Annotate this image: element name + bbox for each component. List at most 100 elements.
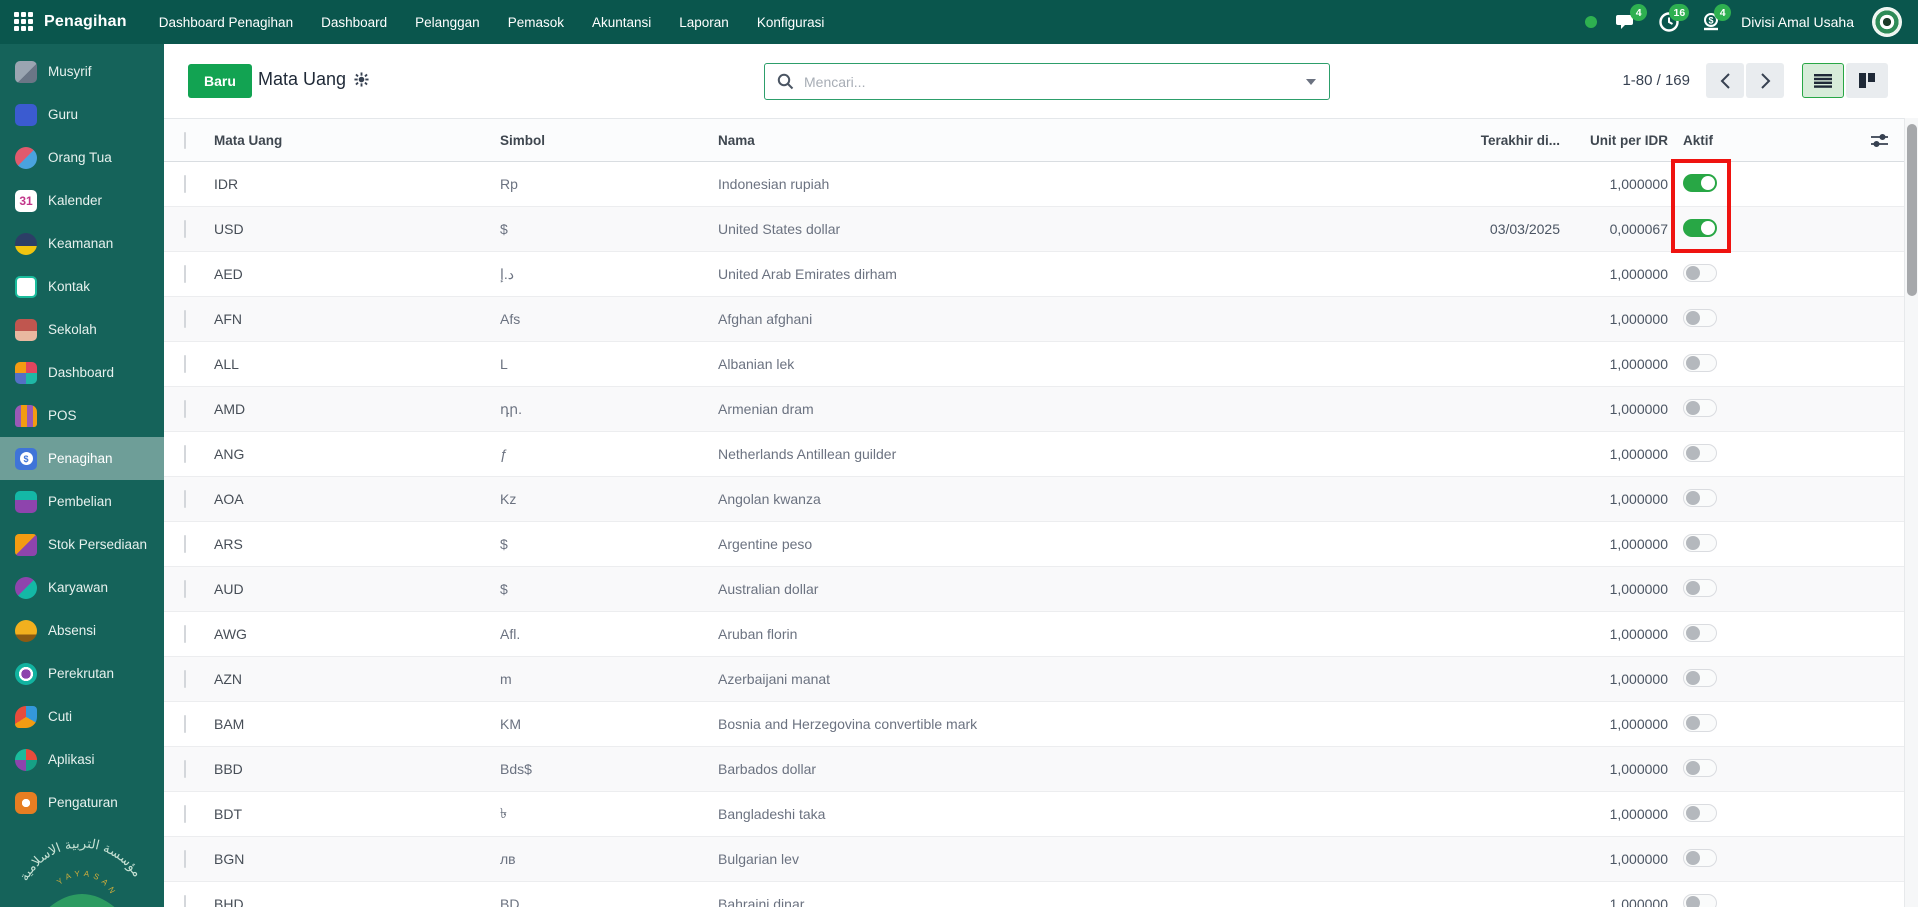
activities-clock-icon[interactable]: 16 (1657, 10, 1681, 34)
active-toggle[interactable] (1683, 489, 1717, 507)
sidebar-item-aplikasi[interactable]: Aplikasi (0, 738, 164, 781)
nav-menu-dashboard-penagihan[interactable]: Dashboard Penagihan (147, 9, 305, 36)
row-checkbox[interactable] (184, 805, 186, 823)
table-row-aoa[interactable]: AOAKzAngolan kwanza1,000000 (164, 477, 1904, 522)
table-row-afn[interactable]: AFNAfsAfghan afghani1,000000 (164, 297, 1904, 342)
user-avatar[interactable] (1872, 7, 1902, 37)
active-toggle[interactable] (1683, 309, 1717, 327)
sidebar-item-orang-tua[interactable]: Orang Tua (0, 136, 164, 179)
sidebar-item-kontak[interactable]: Kontak (0, 265, 164, 308)
active-toggle[interactable] (1683, 399, 1717, 417)
nav-menu-dashboard[interactable]: Dashboard (309, 9, 399, 36)
sidebar-item-stok-persediaan[interactable]: Stok Persediaan (0, 523, 164, 566)
table-row-bbd[interactable]: BBDBds$Barbados dollar1,000000 (164, 747, 1904, 792)
table-row-usd[interactable]: USD$United States dollar03/03/20250,0000… (164, 207, 1904, 252)
sidebar-item-karyawan[interactable]: Karyawan (0, 566, 164, 609)
sidebar-item-pembelian[interactable]: Pembelian (0, 480, 164, 523)
sidebar-item-musyrif[interactable]: Musyrif (0, 50, 164, 93)
gear-icon[interactable] (354, 72, 369, 87)
nav-menu-akuntansi[interactable]: Akuntansi (580, 9, 663, 36)
kanban-view-button[interactable] (1846, 63, 1888, 98)
row-checkbox[interactable] (184, 760, 186, 778)
table-row-ars[interactable]: ARS$Argentine peso1,000000 (164, 522, 1904, 567)
table-row-aud[interactable]: AUD$Australian dollar1,000000 (164, 567, 1904, 612)
nav-menu-pemasok[interactable]: Pemasok (496, 9, 576, 36)
row-checkbox[interactable] (184, 310, 186, 328)
row-checkbox[interactable] (184, 400, 186, 418)
row-checkbox[interactable] (184, 265, 186, 283)
svg-text:$: $ (1709, 16, 1714, 26)
table-row-amd[interactable]: AMDդր.Armenian dram1,000000 (164, 387, 1904, 432)
table-row-bhd[interactable]: BHDBDBahraini dinar1,000000 (164, 882, 1904, 907)
company-name[interactable]: Divisi Amal Usaha (1741, 14, 1854, 30)
table-row-aed[interactable]: AEDد.إUnited Arab Emirates dirham1,00000… (164, 252, 1904, 297)
row-checkbox[interactable] (184, 175, 186, 193)
table-row-bdt[interactable]: BDT৳Bangladeshi taka1,000000 (164, 792, 1904, 837)
row-checkbox[interactable] (184, 715, 186, 733)
sidebar-item-keamanan[interactable]: Keamanan (0, 222, 164, 265)
scrollbar-thumb[interactable] (1907, 124, 1917, 296)
row-checkbox[interactable] (184, 445, 186, 463)
app-brand[interactable]: Penagihan (44, 13, 127, 31)
messages-icon[interactable]: 4 (1615, 10, 1639, 34)
row-checkbox[interactable] (184, 490, 186, 508)
active-toggle[interactable] (1683, 669, 1717, 687)
search-dropdown-toggle[interactable] (1293, 64, 1329, 99)
prev-page-button[interactable] (1706, 63, 1744, 98)
active-toggle[interactable] (1683, 264, 1717, 282)
active-toggle[interactable] (1683, 849, 1717, 867)
table-row-bgn[interactable]: BGNлвBulgarian lev1,000000 (164, 837, 1904, 882)
row-checkbox[interactable] (184, 220, 186, 238)
active-toggle[interactable] (1683, 174, 1717, 192)
table-row-all[interactable]: ALLLAlbanian lek1,000000 (164, 342, 1904, 387)
sidebar-item-dashboard[interactable]: Dashboard (0, 351, 164, 394)
optional-columns-icon[interactable] (1871, 133, 1888, 148)
active-toggle[interactable] (1683, 579, 1717, 597)
column-header-unit[interactable]: Unit per IDR (1560, 133, 1668, 148)
nav-menu-konfigurasi[interactable]: Konfigurasi (745, 9, 837, 36)
row-checkbox[interactable] (184, 670, 186, 688)
active-toggle[interactable] (1683, 534, 1717, 552)
table-row-azn[interactable]: AZNmAzerbaijani manat1,000000 (164, 657, 1904, 702)
sidebar-item-cuti[interactable]: Cuti (0, 695, 164, 738)
sidebar-item-absensi[interactable]: Absensi (0, 609, 164, 652)
nav-menu-laporan[interactable]: Laporan (667, 9, 741, 36)
active-toggle[interactable] (1683, 714, 1717, 732)
active-toggle[interactable] (1683, 624, 1717, 642)
column-header-active[interactable]: Aktif (1668, 133, 1771, 148)
column-header-name[interactable]: Nama (718, 133, 1390, 148)
search-input[interactable] (804, 74, 1293, 90)
table-row-awg[interactable]: AWGAfl.Aruban florin1,000000 (164, 612, 1904, 657)
row-checkbox[interactable] (184, 580, 186, 598)
active-toggle[interactable] (1683, 444, 1717, 462)
table-row-idr[interactable]: IDRRpIndonesian rupiah1,000000 (164, 162, 1904, 207)
sidebar-item-penagihan[interactable]: $Penagihan (0, 437, 164, 480)
row-checkbox[interactable] (184, 355, 186, 373)
sidebar-item-kalender[interactable]: 31Kalender (0, 179, 164, 222)
active-toggle[interactable] (1683, 894, 1717, 907)
apps-grid-icon[interactable] (14, 12, 34, 32)
row-checkbox[interactable] (184, 850, 186, 868)
next-page-button[interactable] (1746, 63, 1784, 98)
active-toggle[interactable] (1683, 219, 1717, 237)
nav-menu-pelanggan[interactable]: Pelanggan (403, 9, 492, 36)
list-view-button[interactable] (1802, 63, 1844, 98)
new-record-button[interactable]: Baru (188, 64, 252, 98)
active-toggle[interactable] (1683, 804, 1717, 822)
table-row-bam[interactable]: BAMKMBosnia and Herzegovina convertible … (164, 702, 1904, 747)
select-all-checkbox[interactable] (184, 132, 186, 149)
column-header-symbol[interactable]: Simbol (500, 133, 718, 148)
row-checkbox[interactable] (184, 625, 186, 643)
sidebar-item-pos[interactable]: POS (0, 394, 164, 437)
activities-money-icon[interactable]: $ 4 (1699, 10, 1723, 34)
active-toggle[interactable] (1683, 759, 1717, 777)
sidebar-item-guru[interactable]: Guru (0, 93, 164, 136)
active-toggle[interactable] (1683, 354, 1717, 372)
sidebar-item-sekolah[interactable]: Sekolah (0, 308, 164, 351)
row-checkbox[interactable] (184, 895, 186, 907)
column-header-code[interactable]: Mata Uang (214, 133, 500, 148)
table-row-ang[interactable]: ANGƒNetherlands Antillean guilder1,00000… (164, 432, 1904, 477)
sidebar-item-perekrutan[interactable]: Perekrutan (0, 652, 164, 695)
column-header-updated[interactable]: Terakhir di... (1390, 133, 1560, 148)
row-checkbox[interactable] (184, 535, 186, 553)
